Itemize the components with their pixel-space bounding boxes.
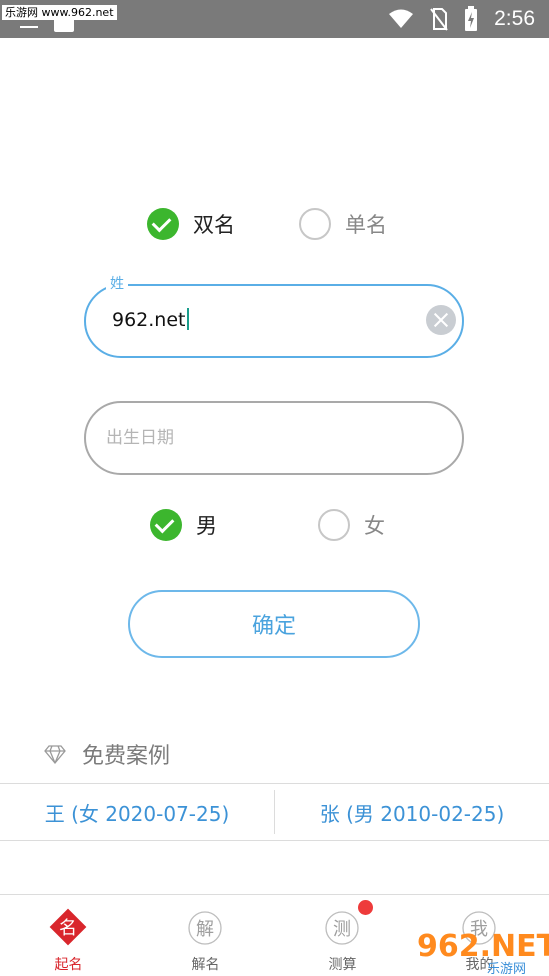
status-bar: 乐游网 www.962.net 2:56 (0, 0, 549, 38)
free-examples-header: 免费案例 (44, 738, 170, 770)
wifi-icon (389, 9, 414, 28)
checked-icon (150, 509, 182, 541)
birthdate-field[interactable]: 出生日期 (84, 401, 464, 475)
cloud-seal-icon: 解 (188, 911, 222, 945)
checked-icon (147, 208, 179, 240)
svg-text:解: 解 (196, 919, 214, 940)
tab-qiming[interactable]: 名 起名 (0, 896, 137, 976)
tab-cesuan[interactable]: 测 测算 (274, 896, 411, 976)
male-label: 男 (196, 514, 217, 538)
example-link-1[interactable]: 王 (女 2020-07-25) (0, 784, 274, 840)
unchecked-icon (318, 509, 350, 541)
divider (0, 840, 549, 841)
surname-legend: 姓 (106, 273, 128, 293)
clock: 2:56 (494, 7, 535, 30)
name-seal-icon: 名 (49, 908, 87, 946)
radio-single-name[interactable]: 单名 (299, 208, 387, 240)
clear-icon[interactable] (426, 305, 456, 335)
tab-qiming-label: 起名 (54, 957, 83, 973)
svg-text:名: 名 (59, 918, 77, 939)
svg-text:测: 测 (333, 919, 351, 940)
surname-input[interactable]: 962.net (112, 308, 189, 331)
svg-text:962.NET: 962.NET (417, 929, 549, 964)
tab-cesuan-label: 测算 (328, 957, 357, 973)
birthdate-placeholder: 出生日期 (106, 428, 174, 448)
cloud-seal-icon: 测 (325, 911, 359, 945)
radio-female[interactable]: 女 (318, 509, 385, 541)
site-logo-watermark: 962.NET 乐游网 (417, 929, 549, 976)
surname-field[interactable]: 姓 962.net (84, 273, 464, 358)
unchecked-icon (299, 208, 331, 240)
radio-double-name[interactable]: 双名 (147, 208, 235, 240)
radio-male[interactable]: 男 (150, 509, 217, 541)
confirm-button[interactable]: 确定 (128, 590, 420, 658)
battery-charging-icon (465, 6, 478, 31)
notification-badge (358, 900, 373, 915)
diamond-icon (44, 745, 66, 765)
example-link-2[interactable]: 张 (男 2010-02-25) (275, 784, 549, 840)
double-name-label: 双名 (193, 213, 235, 237)
no-sim-icon (430, 8, 448, 31)
tab-jieming-label: 解名 (191, 957, 220, 973)
female-label: 女 (364, 514, 385, 538)
notification-icon (54, 18, 74, 32)
menu-icon (20, 26, 38, 28)
free-examples-title: 免费案例 (82, 744, 171, 769)
tab-jieming[interactable]: 解 解名 (137, 896, 274, 976)
tabbar-divider (0, 894, 549, 895)
single-name-label: 单名 (345, 213, 387, 237)
svg-text:乐游网: 乐游网 (487, 962, 526, 976)
